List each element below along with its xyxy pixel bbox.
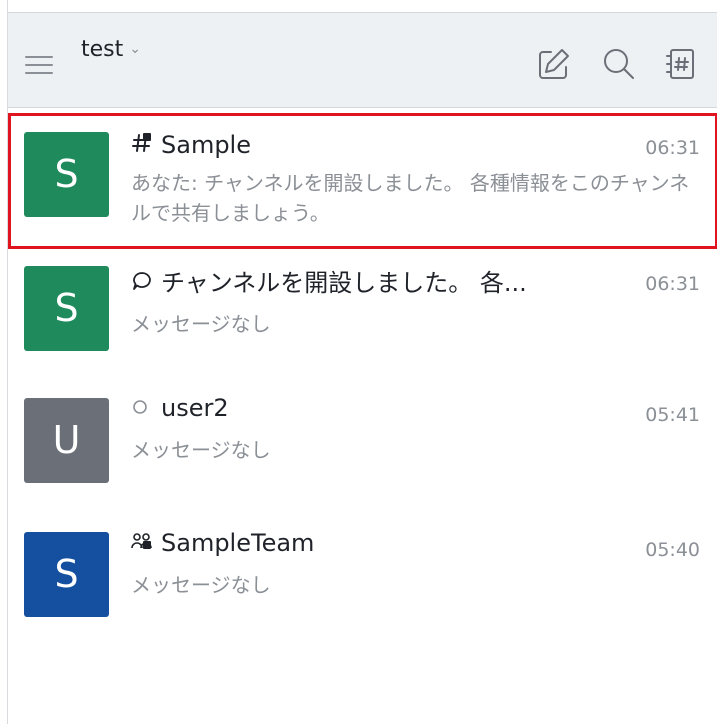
compose-icon[interactable] <box>533 43 575 85</box>
sidebar-panel: test ⌄ S Sample 06:31 あなた: チャンネルを開設しました。… <box>7 0 717 724</box>
room-item-sample[interactable]: S Sample 06:31 あなた: チャンネルを開設しました。 各種情報をこ… <box>8 113 717 249</box>
workspace-switcher[interactable]: test ⌄ <box>81 37 141 62</box>
room-preview: メッセージなし <box>131 573 271 597</box>
sidebar-header: test ⌄ <box>8 12 717 108</box>
chevron-down-icon: ⌄ <box>129 41 141 57</box>
avatar: S <box>24 132 109 217</box>
room-preview: あなた: チャンネルを開設しました。 各種情報をこのチャンネルで共有しましょう。 <box>131 171 690 225</box>
room-title: Sample <box>161 131 251 159</box>
team-icon <box>131 529 153 553</box>
search-icon[interactable] <box>598 43 640 85</box>
room-time: 05:41 <box>645 404 700 426</box>
room-time: 05:40 <box>645 539 700 561</box>
discussion-icon <box>131 269 153 293</box>
avatar: S <box>24 266 109 351</box>
room-title: チャンネルを開設しました。 各... <box>161 269 527 297</box>
room-preview: メッセージなし <box>131 438 271 462</box>
room-title: user2 <box>161 394 229 422</box>
room-item-discussion[interactable]: S チャンネルを開設しました。 各... 06:31 メッセージなし <box>8 249 717 385</box>
channel-hash-icon <box>131 131 153 155</box>
room-preview: メッセージなし <box>131 312 271 336</box>
menu-icon[interactable] <box>25 53 53 77</box>
room-time: 06:31 <box>645 137 700 159</box>
avatar: U <box>24 398 109 483</box>
status-circle-icon <box>131 394 153 418</box>
room-item-user2[interactable]: U user2 05:41 メッセージなし <box>8 380 717 516</box>
workspace-name: test <box>81 37 124 62</box>
channel-directory-icon[interactable] <box>660 43 702 85</box>
room-title: SampleTeam <box>161 529 315 557</box>
avatar: S <box>24 532 109 617</box>
room-time: 06:31 <box>645 273 700 295</box>
room-item-sampleteam[interactable]: S SampleTeam 05:40 メッセージなし <box>8 515 717 651</box>
